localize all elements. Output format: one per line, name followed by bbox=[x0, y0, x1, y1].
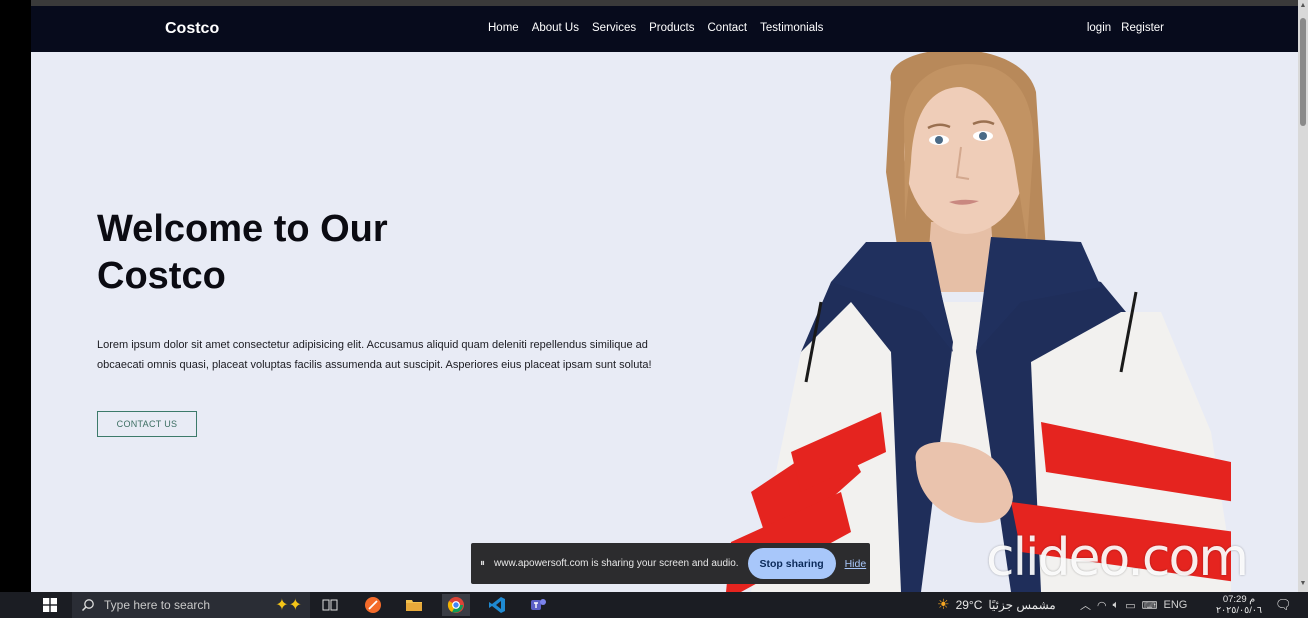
hide-sharing-bar-link[interactable]: Hide bbox=[845, 558, 867, 570]
weather-widget[interactable]: ☀ 29°C مشمس جزئيًا bbox=[937, 596, 1056, 613]
keyboard-icon[interactable]: ⌨︎ bbox=[1142, 599, 1158, 612]
sharing-message: www.apowersoft.com is sharing your scree… bbox=[494, 558, 739, 569]
vscode-icon[interactable] bbox=[483, 594, 511, 616]
hero-title-line-2: Costco bbox=[97, 255, 226, 297]
browser-viewport: Costco Home About Us Services Products C… bbox=[31, 0, 1298, 592]
file-explorer-icon[interactable] bbox=[400, 594, 428, 616]
clideo-watermark: clideo.com bbox=[986, 528, 1249, 588]
contact-us-button[interactable]: CONTACT US bbox=[97, 411, 197, 437]
brand-logo[interactable]: Costco bbox=[165, 20, 219, 38]
scroll-up-arrow-icon[interactable]: ▲ bbox=[1299, 2, 1307, 12]
screen: Costco Home About Us Services Products C… bbox=[0, 0, 1308, 618]
screen-sharing-bar: ⏸ www.apowersoft.com is sharing your scr… bbox=[471, 543, 870, 584]
stop-sharing-button[interactable]: Stop sharing bbox=[747, 548, 836, 579]
clock-date: ٢٠٢٥/٠٥/٠٦ bbox=[1215, 605, 1263, 616]
hero-title: Welcome to Our Costco bbox=[97, 206, 517, 300]
scroll-down-arrow-icon[interactable]: ▼ bbox=[1299, 580, 1307, 590]
chevron-up-icon[interactable]: ︿ bbox=[1080, 597, 1091, 613]
chrome-icon[interactable] bbox=[442, 594, 470, 616]
hero-description: Lorem ipsum dolor sit amet consectetur a… bbox=[97, 339, 652, 371]
taskbar-search-box[interactable]: Type here to search ✦✦ bbox=[72, 592, 310, 618]
nav-links: Home About Us Services Products Contact … bbox=[488, 22, 823, 34]
language-indicator[interactable]: ENG bbox=[1164, 599, 1188, 611]
register-link[interactable]: Register bbox=[1121, 22, 1164, 34]
page-scrollbar[interactable]: ▲ ▼ bbox=[1298, 0, 1308, 592]
windows-start-icon[interactable] bbox=[36, 595, 64, 615]
clock-time: 07:29 م bbox=[1222, 594, 1256, 605]
nav-link-home[interactable]: Home bbox=[488, 22, 519, 34]
pause-icon: ⏸ bbox=[480, 558, 485, 569]
scroll-thumb[interactable] bbox=[1300, 18, 1306, 126]
search-placeholder: Type here to search bbox=[104, 598, 211, 612]
login-link[interactable]: login bbox=[1087, 22, 1111, 34]
battery-icon[interactable]: ▭ bbox=[1125, 599, 1135, 612]
copilot-sparkle-icon[interactable]: ✦✦ bbox=[275, 595, 302, 615]
task-view-icon[interactable] bbox=[316, 594, 344, 616]
nav-link-testimonials[interactable]: Testimonials bbox=[760, 22, 823, 34]
nav-link-products[interactable]: Products bbox=[649, 22, 694, 34]
nav-link-about-us[interactable]: About Us bbox=[532, 22, 579, 34]
search-icon bbox=[81, 599, 94, 612]
hero-title-line-1: Welcome to Our bbox=[97, 208, 388, 250]
weather-temperature: 29°C bbox=[955, 597, 983, 612]
hero-model-image bbox=[726, 52, 1231, 592]
windows-taskbar: Type here to search ✦✦ ☀ 29°C مشمس جزئيً… bbox=[0, 592, 1308, 618]
taskbar-clock[interactable]: 07:29 م ٢٠٢٥/٠٥/٠٦ bbox=[1213, 594, 1265, 616]
notification-icon[interactable]: 🗨︎ bbox=[1275, 597, 1292, 613]
network-icon[interactable]: ◠ bbox=[1097, 599, 1107, 612]
site-navbar: Costco Home About Us Services Products C… bbox=[31, 6, 1298, 52]
nav-link-services[interactable]: Services bbox=[592, 22, 636, 34]
volume-icon[interactable]: 🔈︎ bbox=[1113, 599, 1120, 612]
weather-sun-icon: ☀ bbox=[937, 596, 950, 612]
teams-icon[interactable] bbox=[524, 594, 552, 616]
nav-link-contact[interactable]: Contact bbox=[708, 22, 748, 34]
auth-links: login Register bbox=[1087, 22, 1164, 34]
browser-app-icon[interactable] bbox=[359, 594, 387, 616]
weather-description: مشمس جزئيًا bbox=[988, 597, 1056, 612]
system-tray: ︿ ◠ 🔈︎ ▭ ⌨︎ ENG bbox=[1080, 597, 1187, 613]
